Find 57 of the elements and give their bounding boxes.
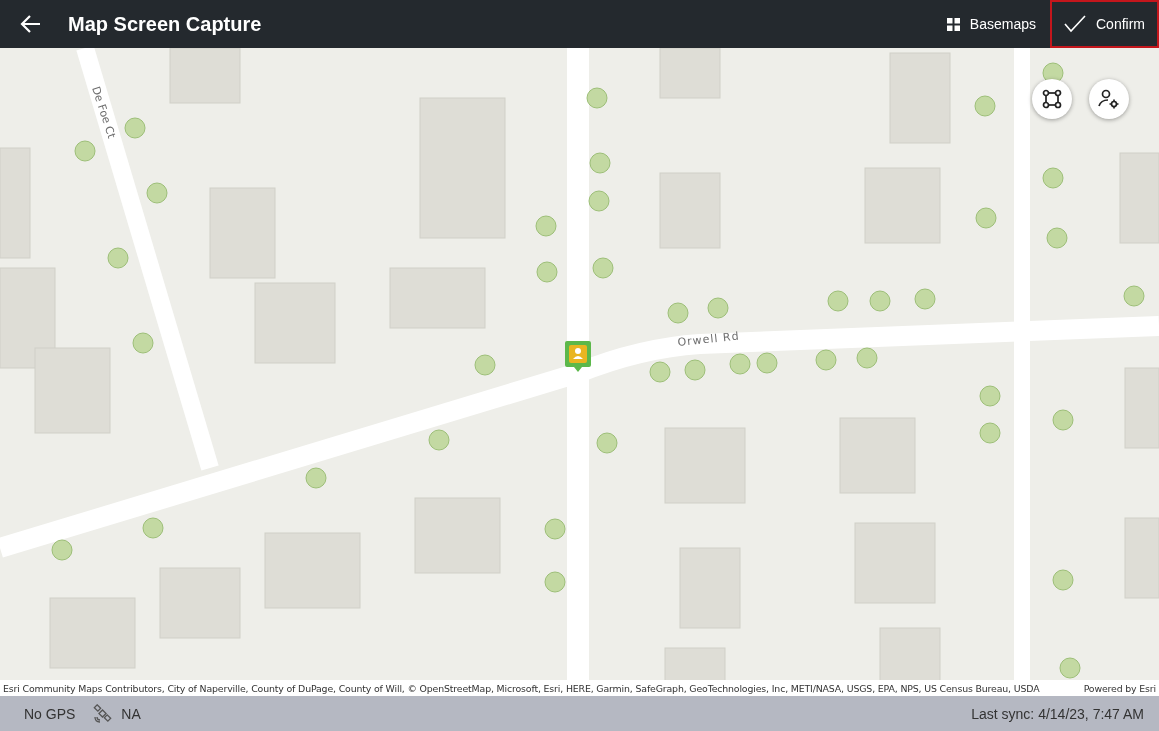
tree-icon bbox=[535, 215, 557, 237]
tree-icon bbox=[305, 467, 327, 489]
tree-icon bbox=[1046, 227, 1068, 249]
tree-icon bbox=[107, 247, 129, 269]
map-pin-icon bbox=[563, 339, 593, 373]
grid-icon bbox=[946, 17, 960, 31]
tree-icon bbox=[979, 385, 1001, 407]
tree-icon bbox=[596, 432, 618, 454]
tree-icon bbox=[684, 359, 706, 381]
tree-icon bbox=[1059, 657, 1081, 679]
back-arrow-icon bbox=[19, 14, 41, 34]
tree-icon bbox=[589, 152, 611, 174]
tree-icon bbox=[74, 140, 96, 162]
tree-icon bbox=[756, 352, 778, 374]
tree-icon bbox=[1123, 285, 1145, 307]
screen-title: Map Screen Capture bbox=[68, 12, 262, 36]
tree-icon bbox=[975, 207, 997, 229]
tree-icon bbox=[586, 87, 608, 109]
tree-icon bbox=[146, 182, 168, 204]
tree-icon bbox=[649, 361, 671, 383]
tree-icon bbox=[132, 332, 154, 354]
tree-icon bbox=[729, 353, 751, 375]
person-target-icon bbox=[1098, 89, 1120, 109]
tree-icon bbox=[1042, 167, 1064, 189]
tree-icon bbox=[856, 347, 878, 369]
tree-icon bbox=[869, 290, 891, 312]
tree-icon bbox=[142, 517, 164, 539]
street-label: De Foe Ct bbox=[89, 84, 119, 140]
tree-icon bbox=[914, 288, 936, 310]
powered-by-text: Powered by Esri bbox=[1083, 682, 1156, 694]
tree-icon bbox=[974, 95, 996, 117]
tree-icon bbox=[1052, 569, 1074, 591]
tree-icon bbox=[544, 518, 566, 540]
tree-icon bbox=[588, 190, 610, 212]
attribution-text: Esri Community Maps Contributors, City of Naperville, County of DuPage, County of Will, © OpenStreetMap, Microsoft, Esri, HERE, Garmin, SafeGraph, GeoTechnologies, Inc, METI/NASA, USGS, EPA, NPS, US Census Bureau, USDA bbox=[3, 682, 1040, 694]
checkmark-icon bbox=[1064, 15, 1086, 33]
tree-icon bbox=[667, 302, 689, 324]
tree-icon bbox=[544, 571, 566, 593]
tree-icon bbox=[1052, 409, 1074, 431]
polygon-vertices-icon bbox=[1042, 89, 1062, 109]
satellite-icon bbox=[93, 703, 114, 724]
tree-icon bbox=[51, 539, 73, 561]
tree-icon bbox=[815, 349, 837, 371]
tree-icon bbox=[536, 261, 558, 283]
last-sync-text: Last sync: 4/14/23, 7:47 AM bbox=[971, 705, 1144, 722]
tree-icon bbox=[428, 429, 450, 451]
basemaps-button[interactable]: Basemaps bbox=[932, 0, 1050, 48]
accuracy-value: NA bbox=[121, 705, 141, 722]
street-label: Orwell Rd bbox=[676, 329, 741, 349]
gps-status: No GPS bbox=[24, 705, 76, 722]
tree-icon bbox=[979, 422, 1001, 444]
tree-icon bbox=[592, 257, 614, 279]
tree-icon bbox=[124, 117, 146, 139]
tree-icon bbox=[827, 290, 849, 312]
tree-icon bbox=[474, 354, 496, 376]
confirm-button[interactable]: Confirm bbox=[1050, 0, 1159, 48]
tree-icon bbox=[707, 297, 729, 319]
